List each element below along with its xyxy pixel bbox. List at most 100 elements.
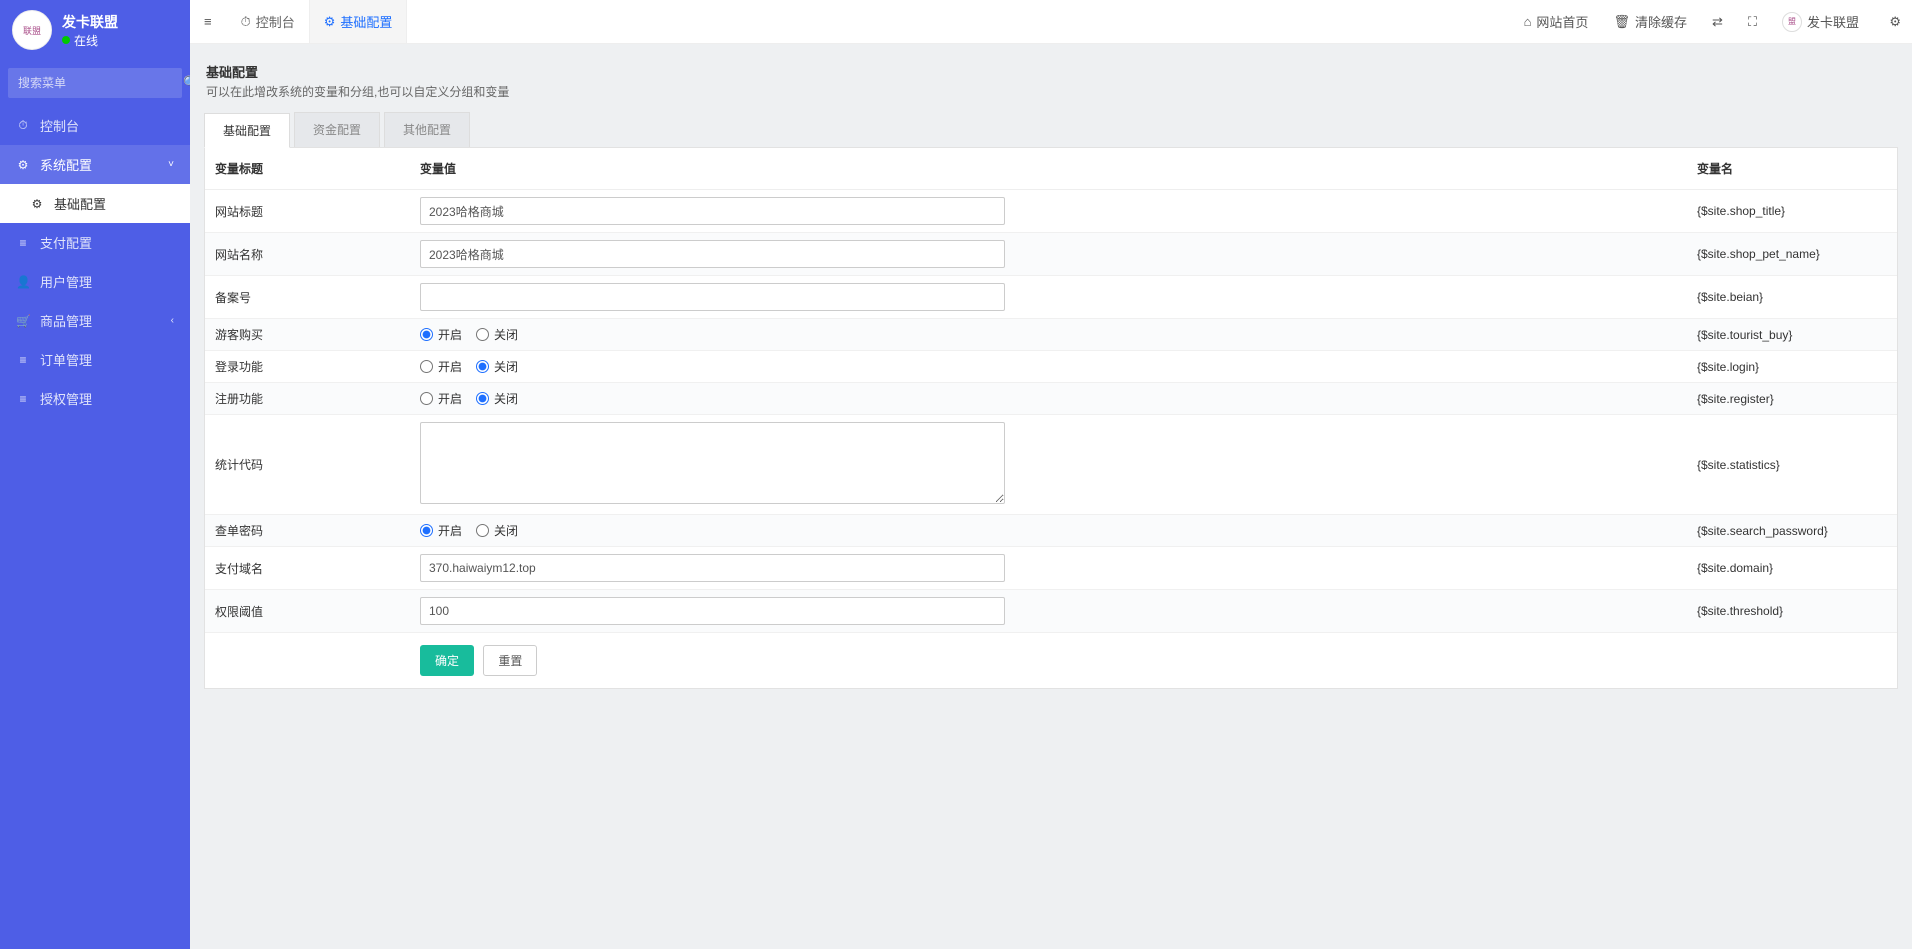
sidebar-nav: ⏱控制台⚙系统配置˅⚙基础配置≡支付配置👤用户管理🛒商品管理‹≡订单管理≡授权管… <box>0 106 190 418</box>
radio-input[interactable] <box>476 524 489 537</box>
topbar-link-icon: 🗑 <box>1613 14 1630 30</box>
fullscreen-button[interactable]: ⛶ <box>1736 0 1770 43</box>
gear-icon: ⚙ <box>1889 14 1901 30</box>
row-value: 开启 关闭 <box>410 515 1687 547</box>
tab-label: 基础配置 <box>340 12 392 31</box>
sidebar-item[interactable]: 👤用户管理 <box>0 262 190 301</box>
radio-option[interactable]: 开启 <box>420 358 462 375</box>
radio-input[interactable] <box>420 524 433 537</box>
submit-button[interactable]: 确定 <box>420 645 474 676</box>
topbar-link-label: 清除缓存 <box>1635 12 1687 31</box>
sidebar-item[interactable]: ⚙系统配置˅ <box>0 145 190 184</box>
row-label: 支付域名 <box>205 547 410 590</box>
menu-toggle-button[interactable]: ≡ <box>190 0 227 43</box>
radio-input[interactable] <box>420 392 433 405</box>
text-input[interactable] <box>420 240 1005 268</box>
sidebar-item[interactable]: ≡订单管理 <box>0 340 190 379</box>
radio-option[interactable]: 关闭 <box>476 326 518 343</box>
content: 基础配置 可以在此增改系统的变量和分组,也可以自定义分组和变量 基础配置资金配置… <box>190 44 1912 949</box>
topbar-link[interactable]: 🗑 清除缓存 <box>1601 0 1700 43</box>
sidebar-item[interactable]: ≡ 授权管理 <box>0 379 190 418</box>
nav-icon: ⚙ <box>16 158 30 172</box>
chevron-icon: ‹ <box>171 315 174 326</box>
config-tab[interactable]: 资金配置 <box>294 112 380 147</box>
header-tab[interactable]: ⏱控制台 <box>227 0 309 43</box>
nav-icon: ⏱ <box>16 118 30 133</box>
settings-gear-button[interactable]: ⚙ <box>1879 0 1912 44</box>
topbar-link-label: 网站首页 <box>1536 12 1588 31</box>
config-row: 网站名称{$site.shop_pet_name} <box>205 233 1897 276</box>
config-row: 游客购买开启关闭{$site.tourist_buy} <box>205 319 1897 351</box>
sidebar-item[interactable]: ⚙基础配置 <box>0 184 190 223</box>
nav-icon: ≡ <box>16 236 30 250</box>
text-input[interactable] <box>420 597 1005 625</box>
menu-search-input[interactable] <box>8 68 183 98</box>
header-tab[interactable]: ⚙基础配置 <box>309 0 408 43</box>
radio-option[interactable]: 开启 <box>420 326 462 343</box>
row-varname: {$site.search_password} <box>1687 515 1897 547</box>
radio-option[interactable]: 关闭 <box>476 358 518 375</box>
config-tab[interactable]: 基础配置 <box>204 113 290 148</box>
row-varname: {$site.shop_pet_name} <box>1687 233 1897 276</box>
radio-label: 关闭 <box>494 358 518 375</box>
sidebar-item[interactable]: ≡支付配置 <box>0 223 190 262</box>
row-varname: {$site.tourist_buy} <box>1687 319 1897 351</box>
row-varname: {$site.domain} <box>1687 547 1897 590</box>
topbar-link[interactable]: ⌂网站首页 <box>1512 0 1602 43</box>
page-description: 可以在此增改系统的变量和分组,也可以自定义分组和变量 <box>206 83 1896 100</box>
nav-label: 授权管理 <box>40 389 92 408</box>
row-value <box>410 233 1687 276</box>
row-value <box>410 190 1687 233</box>
sidebar-item[interactable]: ⏱控制台 <box>0 106 190 145</box>
radio-input[interactable] <box>420 360 433 373</box>
nav-icon: 👤 <box>16 275 30 289</box>
config-row: 支付域名 {$site.domain} <box>205 547 1897 590</box>
nav-icon: ≡ <box>16 392 30 406</box>
menu-search[interactable]: 🔍 <box>8 68 182 98</box>
user-avatar: 盟 <box>1782 12 1802 32</box>
radio-label: 关闭 <box>494 326 518 343</box>
config-tab[interactable]: 其他配置 <box>384 112 470 147</box>
text-input[interactable] <box>420 554 1005 582</box>
row-label: 网站标题 <box>205 190 410 233</box>
row-value <box>410 547 1687 590</box>
row-varname: {$site.statistics} <box>1687 415 1897 515</box>
row-label: 登录功能 <box>205 351 410 383</box>
page-header: 基础配置 可以在此增改系统的变量和分组,也可以自定义分组和变量 <box>204 58 1898 112</box>
form-panel: 变量标题 变量值 变量名 网站标题{$site.shop_title}网站名称{… <box>204 148 1898 689</box>
sidebar-header: 联盟 发卡联盟 在线 <box>0 0 190 60</box>
page-title: 基础配置 <box>206 62 1896 81</box>
row-varname: {$site.login} <box>1687 351 1897 383</box>
row-label: 查单密码 <box>205 515 410 547</box>
row-value: 开启 关闭 <box>410 351 1687 383</box>
radio-label: 开启 <box>438 522 462 539</box>
config-row: 统计代码 {$site.statistics} <box>205 415 1897 515</box>
sidebar-item[interactable]: 🛒商品管理‹ <box>0 301 190 340</box>
row-label: 统计代码 <box>205 415 410 515</box>
reset-button[interactable]: 重置 <box>483 645 537 676</box>
refresh-button[interactable]: ⇄ <box>1700 0 1736 43</box>
text-input[interactable] <box>420 197 1005 225</box>
nav-label: 订单管理 <box>40 350 92 369</box>
radio-label: 开启 <box>438 358 462 375</box>
radio-label: 关闭 <box>494 390 518 407</box>
content-tabs: 基础配置资金配置其他配置 <box>204 112 1898 148</box>
radio-option[interactable]: 开启 <box>420 522 462 539</box>
textarea-input[interactable] <box>420 422 1005 504</box>
text-input[interactable] <box>420 283 1005 311</box>
config-row: 权限阈值{$site.threshold} <box>205 590 1897 633</box>
config-row: 网站标题{$site.shop_title} <box>205 190 1897 233</box>
row-value <box>410 276 1687 319</box>
row-varname: {$site.threshold} <box>1687 590 1897 633</box>
tab-label: 控制台 <box>256 12 295 31</box>
radio-option[interactable]: 关闭 <box>476 522 518 539</box>
radio-option[interactable]: 关闭 <box>476 390 518 407</box>
radio-option[interactable]: 开启 <box>420 390 462 407</box>
radio-input[interactable] <box>476 328 489 341</box>
radio-input[interactable] <box>476 392 489 405</box>
radio-label: 开启 <box>438 390 462 407</box>
user-menu[interactable]: 盟发卡联盟 <box>1770 0 1872 43</box>
radio-label: 关闭 <box>494 522 518 539</box>
radio-input[interactable] <box>420 328 433 341</box>
radio-input[interactable] <box>476 360 489 373</box>
